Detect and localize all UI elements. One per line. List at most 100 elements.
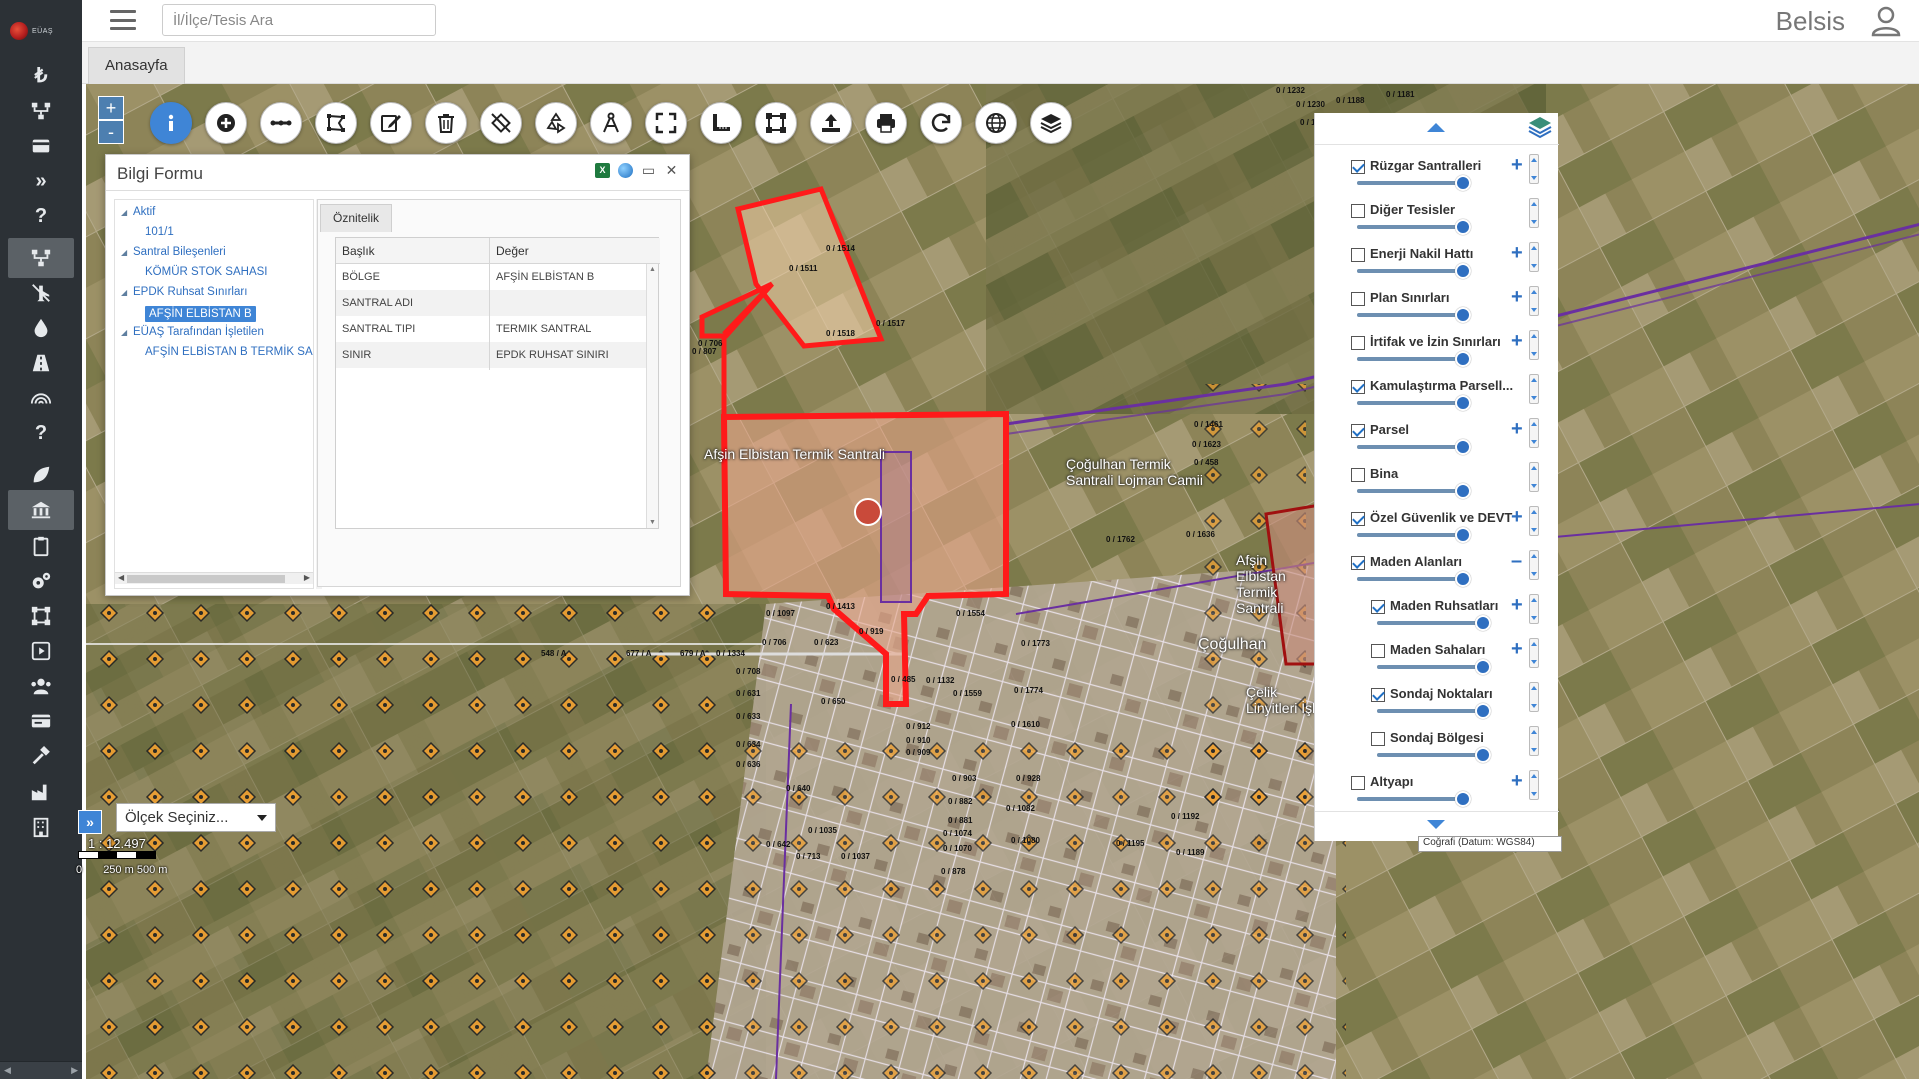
expand-panel-button[interactable]: » <box>78 810 102 834</box>
sidebar-scrollbar[interactable]: ◀ ▶ <box>0 1061 82 1079</box>
slider-knob[interactable] <box>1455 307 1472 323</box>
layer-opacity-slider[interactable] <box>1357 263 1472 279</box>
layer-order-control[interactable] <box>1529 374 1539 404</box>
slider-knob[interactable] <box>1475 615 1492 631</box>
tree-group[interactable]: ◢ EÜAŞ Tarafından İşletilen <box>121 326 264 338</box>
layer-checkbox[interactable] <box>1351 776 1365 790</box>
clipboard-icon[interactable] <box>8 526 74 566</box>
layer-opacity-slider[interactable] <box>1357 483 1472 499</box>
layer-opacity-slider[interactable] <box>1357 175 1472 191</box>
rainbow-icon[interactable] <box>8 378 74 418</box>
column-header-value[interactable]: Değer <box>490 238 660 264</box>
expand-triangle-icon[interactable]: ◢ <box>121 328 133 337</box>
layer-order-control[interactable] <box>1529 462 1539 492</box>
slider-knob[interactable] <box>1455 571 1472 587</box>
layers-stack-icon[interactable] <box>1527 114 1553 140</box>
refresh-button[interactable] <box>920 102 962 144</box>
tree-leaf[interactable]: 101/1 <box>145 226 174 238</box>
layer-checkbox[interactable] <box>1351 380 1365 394</box>
layer-checkbox[interactable] <box>1351 468 1365 482</box>
rotate-button[interactable] <box>480 102 522 144</box>
plane-off-icon[interactable] <box>8 273 74 313</box>
expand-plus-icon[interactable]: + <box>1511 506 1523 529</box>
layer-order-control[interactable] <box>1529 506 1539 536</box>
info-form-header[interactable]: Bilgi Formu X ▭ ✕ <box>106 155 689 191</box>
scroll-up-icon[interactable] <box>1427 123 1445 132</box>
layer-order-control[interactable] <box>1529 154 1539 184</box>
upload-button[interactable] <box>810 102 852 144</box>
layer-checkbox[interactable] <box>1371 732 1385 746</box>
globe-button[interactable] <box>975 102 1017 144</box>
layer-checkbox[interactable] <box>1351 204 1365 218</box>
collapse-minus-icon[interactable]: – <box>1511 550 1522 573</box>
zoom-in-button[interactable]: + <box>98 96 124 120</box>
layer-opacity-slider[interactable] <box>1357 527 1472 543</box>
expand-plus-icon[interactable]: + <box>1511 638 1523 661</box>
layer-checkbox[interactable] <box>1371 644 1385 658</box>
layer-order-control[interactable] <box>1529 418 1539 448</box>
layer-opacity-slider[interactable] <box>1357 571 1472 587</box>
globe-icon[interactable] <box>618 163 633 178</box>
tree-scrollbar[interactable]: ◀ ▶ <box>115 572 313 584</box>
layer-order-control[interactable] <box>1529 638 1539 668</box>
layer-opacity-slider[interactable] <box>1357 307 1472 323</box>
expand-triangle-icon[interactable]: ◢ <box>121 288 133 297</box>
layer-checkbox[interactable] <box>1351 424 1365 438</box>
tab-home[interactable]: Anasayfa <box>88 47 185 84</box>
play-square-icon[interactable] <box>8 631 74 671</box>
slider-knob[interactable] <box>1475 659 1492 675</box>
delete-button[interactable] <box>425 102 467 144</box>
layer-order-control[interactable] <box>1529 198 1539 228</box>
factory-icon[interactable] <box>8 772 74 812</box>
layer-opacity-slider[interactable] <box>1377 747 1492 763</box>
layer-order-control[interactable] <box>1529 286 1539 316</box>
bank-icon[interactable] <box>8 490 74 530</box>
slider-knob[interactable] <box>1455 219 1472 235</box>
layer-checkbox[interactable] <box>1371 688 1385 702</box>
help-circle-icon[interactable]: ? <box>8 413 74 453</box>
layer-checkbox[interactable] <box>1351 248 1365 262</box>
slider-knob[interactable] <box>1455 395 1472 411</box>
layer-checkbox[interactable] <box>1351 512 1365 526</box>
maximize-icon[interactable]: ▭ <box>641 163 656 178</box>
layer-order-control[interactable] <box>1529 330 1539 360</box>
layer-opacity-slider[interactable] <box>1377 615 1492 631</box>
vector-square-button[interactable] <box>755 102 797 144</box>
layer-order-control[interactable] <box>1529 682 1539 712</box>
vector-square-icon[interactable] <box>8 596 74 636</box>
ruler-corner-button[interactable] <box>700 102 742 144</box>
scale-select[interactable]: Ölçek Seçiniz... <box>116 803 276 832</box>
expand-triangle-icon[interactable]: ◢ <box>121 248 133 257</box>
drop-icon[interactable] <box>8 308 74 348</box>
expand-plus-icon[interactable]: + <box>1511 770 1523 793</box>
layer-checkbox[interactable] <box>1351 556 1365 570</box>
layer-checkbox[interactable] <box>1351 336 1365 350</box>
expand-plus-icon[interactable]: + <box>1511 154 1523 177</box>
layer-opacity-slider[interactable] <box>1357 395 1472 411</box>
users-icon[interactable] <box>8 666 74 706</box>
slider-knob[interactable] <box>1455 351 1472 367</box>
layer-opacity-slider[interactable] <box>1357 219 1472 235</box>
cogs-icon[interactable] <box>8 561 74 601</box>
expand-triangle-icon[interactable]: ◢ <box>121 208 133 217</box>
layer-order-control[interactable] <box>1529 550 1539 580</box>
expand-plus-icon[interactable]: + <box>1511 286 1523 309</box>
menu-toggle-icon[interactable] <box>110 10 136 30</box>
draw-polygon-button[interactable] <box>315 102 357 144</box>
slider-knob[interactable] <box>1455 263 1472 279</box>
layer-opacity-slider[interactable] <box>1377 703 1492 719</box>
slider-knob[interactable] <box>1455 527 1472 543</box>
expand-plus-icon[interactable]: + <box>1511 418 1523 441</box>
layers-button[interactable] <box>1030 102 1072 144</box>
layer-order-control[interactable] <box>1529 242 1539 272</box>
lira-icon[interactable]: ₺ <box>8 55 74 95</box>
id-card-icon[interactable] <box>8 701 74 741</box>
layer-opacity-slider[interactable] <box>1377 659 1492 675</box>
recycle-button[interactable] <box>535 102 577 144</box>
hammer-icon[interactable] <box>8 736 74 776</box>
tree-group[interactable]: ◢ EPDK Ruhsat Sınırları <box>121 286 247 298</box>
compass-button[interactable] <box>590 102 632 144</box>
slider-knob[interactable] <box>1455 439 1472 455</box>
help-circle-icon[interactable]: ? <box>8 196 74 236</box>
expand-plus-icon[interactable]: + <box>1511 594 1523 617</box>
